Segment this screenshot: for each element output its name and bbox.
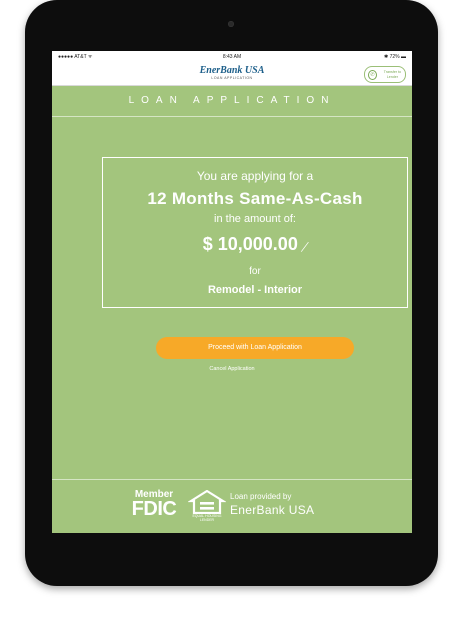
logo-wordmark: EnerBank USA xyxy=(199,65,265,76)
transfer-to-lender-button[interactable]: ✆ Transfer to Lender xyxy=(364,66,406,83)
app-header: EnerBank USA LOAN APPLICATION ✆ Transfer… xyxy=(52,62,412,86)
footer: Member FDIC EQUAL HOUSING LENDER Loan pr… xyxy=(52,479,412,533)
proceed-button[interactable]: Proceed with Loan Application xyxy=(156,337,354,359)
fdic-logo: Member FDIC xyxy=(128,490,180,520)
ehl-caption: EQUAL HOUSING LENDER xyxy=(192,514,222,522)
status-bar: ●●●●● AT&T ᯤ 8:43 AM ✱ 72% ▬ xyxy=(52,51,412,62)
app-screen: ●●●●● AT&T ᯤ 8:43 AM ✱ 72% ▬ EnerBank US… xyxy=(52,51,412,533)
loan-purpose: Remodel - Interior xyxy=(207,284,303,296)
logo-subtitle: LOAN APPLICATION xyxy=(211,76,253,80)
for-label: for xyxy=(249,266,261,277)
loan-amount: $ 10,000.00 xyxy=(202,234,298,254)
phone-icon: ✆ xyxy=(368,69,377,80)
equal-housing-lender-logo: EQUAL HOUSING LENDER xyxy=(187,489,227,522)
fdic-name-text: FDIC xyxy=(131,498,177,520)
applying-intro: You are applying for a xyxy=(196,169,314,183)
lender-name: EnerBank USA xyxy=(230,503,315,517)
transfer-label: Transfer to Lender xyxy=(383,70,402,79)
application-summary: You are applying for a 12 Months Same-As… xyxy=(102,157,408,308)
amount-intro: in the amount of: xyxy=(214,213,296,225)
equal-housing-lender-icon xyxy=(187,489,227,515)
enerbank-logo: EnerBank USA LOAN APPLICATION xyxy=(52,66,412,81)
cancel-application-link[interactable]: Cancel Application xyxy=(52,366,412,372)
front-camera xyxy=(228,21,234,27)
loan-amount-row: $ 10,000.00 ╱ xyxy=(103,234,407,255)
loan-provided-by-label: Loan provided by xyxy=(230,492,292,501)
status-time: 8:43 AM xyxy=(222,54,242,60)
loan-plan: 12 Months Same-As-Cash xyxy=(147,189,363,208)
page-title: LOAN APPLICATION xyxy=(52,85,412,117)
tablet-device: ●●●●● AT&T ᯤ 8:43 AM ✱ 72% ▬ EnerBank US… xyxy=(25,0,438,586)
lender-info: Loan provided by EnerBank USA xyxy=(230,492,314,518)
battery-status: ✱ 72% ▬ xyxy=(384,54,406,60)
edit-pencil-icon[interactable]: ╱ xyxy=(301,242,308,254)
